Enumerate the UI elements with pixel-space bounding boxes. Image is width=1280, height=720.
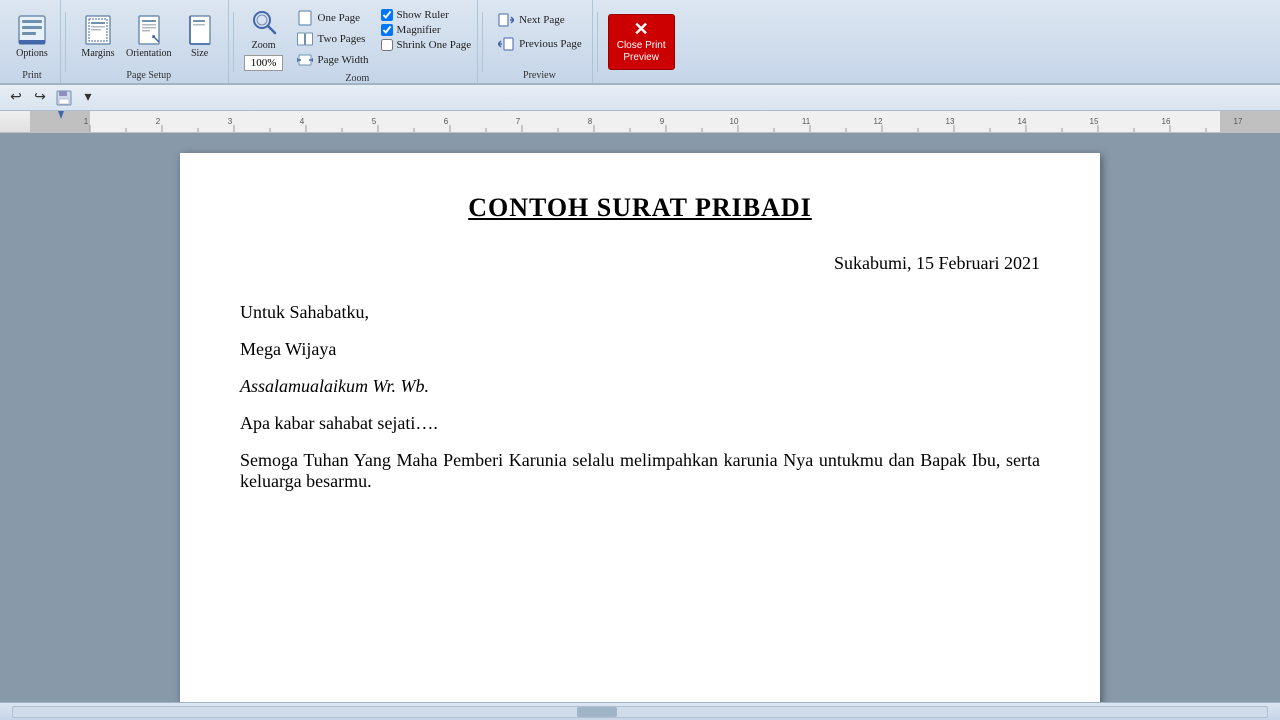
one-page-button[interactable]: One Page — [292, 8, 373, 28]
ribbon-group-print: Options Print — [4, 0, 61, 83]
document-name: Mega Wijaya — [240, 339, 1040, 360]
svg-text:7: 7 — [516, 117, 521, 126]
print-group-label: Print — [22, 68, 41, 81]
svg-text:17: 17 — [1234, 117, 1243, 126]
options-button[interactable]: Options — [10, 12, 54, 61]
save-button[interactable] — [54, 88, 74, 108]
scrollbar-thumb[interactable] — [577, 707, 617, 717]
margins-button[interactable]: Margins — [76, 12, 120, 61]
page-width-button[interactable]: Page Width — [292, 50, 373, 70]
ribbon: Options Print Margins — [0, 0, 1280, 85]
separator-3 — [482, 12, 483, 72]
two-pages-button[interactable]: Two Pages — [292, 29, 373, 49]
shrink-one-page-checkbox[interactable]: Shrink One Page — [381, 38, 472, 52]
qa-dropdown-button[interactable]: ▾ — [78, 88, 98, 108]
close-x-icon: ✕ — [634, 20, 649, 38]
document-recipient: Untuk Sahabatku, — [240, 302, 1040, 323]
preview-group-label: Preview — [523, 68, 556, 81]
separator-2 — [233, 12, 234, 72]
svg-text:12: 12 — [874, 117, 883, 126]
svg-text:6: 6 — [444, 117, 449, 126]
document-page: CONTOH SURAT PRIBADI Sukabumi, 15 Februa… — [180, 153, 1100, 702]
next-page-icon — [497, 11, 515, 29]
svg-text:14: 14 — [1018, 117, 1027, 126]
svg-text:15: 15 — [1090, 117, 1099, 126]
previous-page-icon — [497, 35, 515, 53]
svg-text:16: 16 — [1162, 117, 1171, 126]
close-group: ✕ Close PrintPreview — [602, 0, 681, 83]
options-icon — [16, 14, 48, 46]
orientation-icon — [133, 14, 165, 46]
document-paragraph-2: Semoga Tuhan Yang Maha Pemberi Karunia s… — [240, 450, 1040, 492]
one-page-icon — [296, 9, 314, 27]
size-icon — [184, 14, 216, 46]
margins-icon — [82, 14, 114, 46]
ribbon-group-zoom: Zoom 100% One Page — [238, 0, 479, 83]
redo-button[interactable]: ↪ — [30, 88, 50, 108]
size-button[interactable]: Size — [178, 12, 222, 61]
zoom-group-label: Zoom — [345, 71, 369, 84]
zoom-value: 100% — [244, 55, 284, 71]
svg-text:10: 10 — [730, 117, 739, 126]
svg-text:5: 5 — [372, 117, 377, 126]
show-ruler-checkbox[interactable]: Show Ruler — [381, 8, 472, 22]
page-width-icon — [296, 51, 314, 69]
svg-text:1: 1 — [84, 117, 89, 126]
ribbon-group-page-setup: Margins Orientation — [70, 0, 229, 83]
horizontal-scrollbar[interactable] — [12, 706, 1268, 718]
document-title: CONTOH SURAT PRIBADI — [240, 193, 1040, 223]
svg-text:3: 3 — [228, 117, 233, 126]
previous-page-button[interactable]: Previous Page — [493, 34, 586, 54]
close-label: Close PrintPreview — [617, 40, 666, 64]
ruler-svg: 1 2 3 4 5 6 7 8 9 10 11 12 13 14 15 16 1… — [30, 111, 1280, 133]
document-date: Sukabumi, 15 Februari 2021 — [240, 253, 1040, 274]
svg-text:13: 13 — [946, 117, 955, 126]
undo-button[interactable]: ↩ — [6, 88, 26, 108]
close-print-preview-button[interactable]: ✕ Close PrintPreview — [608, 14, 675, 70]
document-paragraph-1: Apa kabar sahabat sejati…. — [240, 413, 1040, 434]
document-greeting: Assalamualaikum Wr. Wb. — [240, 376, 1040, 397]
quick-access-toolbar: ↩ ↪ ▾ — [0, 85, 1280, 111]
zoom-button[interactable]: Zoom — [244, 4, 284, 53]
svg-text:2: 2 — [156, 117, 161, 126]
ribbon-group-preview: Next Page Previous Page Preview — [487, 0, 593, 83]
status-bar — [0, 702, 1280, 720]
magnifier-checkbox[interactable]: Magnifier — [381, 23, 472, 37]
document-area: CONTOH SURAT PRIBADI Sukabumi, 15 Februa… — [0, 133, 1280, 702]
separator-1 — [65, 12, 66, 72]
ruler: 1 2 3 4 5 6 7 8 9 10 11 12 13 14 15 16 1… — [0, 111, 1280, 133]
separator-4 — [597, 12, 598, 72]
zoom-icon — [248, 6, 280, 38]
svg-text:11: 11 — [802, 117, 811, 126]
svg-text:4: 4 — [300, 117, 305, 126]
svg-text:8: 8 — [588, 117, 593, 126]
two-pages-icon — [296, 30, 314, 48]
next-page-button[interactable]: Next Page — [493, 10, 586, 30]
svg-text:9: 9 — [660, 117, 665, 126]
orientation-button[interactable]: Orientation — [122, 12, 176, 61]
page-setup-group-label: Page Setup — [126, 68, 171, 81]
